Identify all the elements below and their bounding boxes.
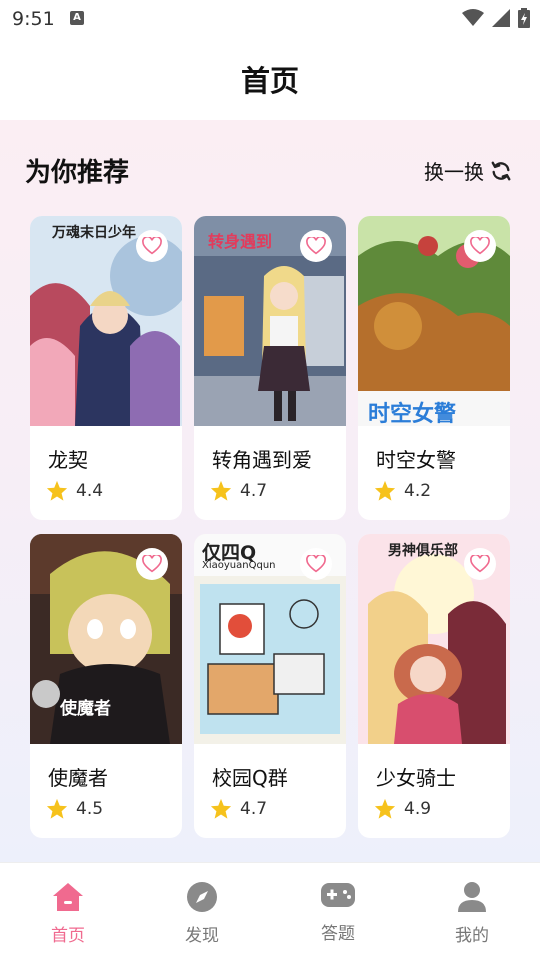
star-icon [46,480,68,501]
comic-card[interactable]: 转身遇到 转角遇到爱 4.7 [194,216,346,520]
status-time: 9:51 [12,8,55,30]
home-icon [53,883,83,911]
comic-card[interactable]: 仅四Q XiaoyuanQqun 校园Q群 4.7 [194,534,346,838]
comic-rating: 4.4 [46,480,103,502]
rating-value: 4.2 [404,481,432,501]
comic-rating: 4.2 [374,480,431,502]
comic-name: 转角遇到爱 [212,448,312,472]
heart-icon [306,555,326,573]
system-icons [462,8,530,28]
bottom-tab-bar: 首页 发现 答题 我的 [0,862,540,960]
tab-quiz[interactable]: 答题 [288,877,388,944]
cover-title: 时空女警 [368,402,457,426]
cover-title: 万魂末日少年 [52,225,136,241]
comic-cover: 时空女警 [358,216,510,426]
tab-profile[interactable]: 我的 [422,879,522,946]
main-content: 为你推荐 换一换 万魂末日少年 龙契 4.4 转身遇到 转角遇到爱 4.7 时空… [0,120,540,862]
tab-label: 首页 [51,926,85,946]
battery-icon [518,8,530,28]
star-icon [46,798,68,819]
comic-name: 使魔者 [48,766,108,790]
comic-rating: 4.7 [210,798,267,820]
rating-value: 4.7 [240,799,268,819]
comic-name: 校园Q群 [212,766,288,790]
cover-title: 男神俱乐部 [388,543,458,559]
rating-value: 4.4 [76,481,104,501]
tab-label: 答题 [321,924,355,944]
refresh-button[interactable]: 换一换 [424,156,512,185]
comic-card[interactable]: 使魔者 使魔者 4.5 [30,534,182,838]
comic-cover: 仅四Q XiaoyuanQqun [194,534,346,744]
comic-cover: 转身遇到 [194,216,346,426]
comic-rating: 4.9 [374,798,431,820]
comic-card[interactable]: 时空女警 时空女警 4.2 [358,216,510,520]
section-title: 为你推荐 [25,158,130,188]
notification-icon: A [70,11,84,25]
cover-title: 转身遇到 [208,232,273,251]
tab-label: 发现 [185,926,219,946]
comic-rating: 4.5 [46,798,103,820]
page-title: 首页 [240,64,299,98]
heart-icon [470,555,490,573]
star-icon [374,480,396,501]
refresh-label: 换一换 [424,160,484,184]
heart-icon [470,237,490,255]
star-icon [374,798,396,819]
cover-subtitle: XiaoyuanQqun [202,560,276,571]
app-header: 首页 [0,36,540,120]
star-icon [210,480,232,501]
comic-cover: 万魂末日少年 [30,216,182,426]
comic-name: 龙契 [48,448,88,472]
rating-value: 4.9 [404,799,432,819]
comic-cover: 使魔者 [30,534,182,744]
user-icon [458,882,486,912]
comic-card[interactable]: 万魂末日少年 龙契 4.4 [30,216,182,520]
heart-icon [142,555,162,573]
favorite-button[interactable] [464,548,496,580]
tab-home[interactable]: 首页 [18,879,118,946]
comic-name: 少女骑士 [376,766,456,790]
heart-icon [306,237,326,255]
refresh-icon [491,161,511,180]
tab-discover[interactable]: 发现 [152,879,252,946]
comic-cover: 男神俱乐部 [358,534,510,744]
favorite-button[interactable] [300,548,332,580]
comic-rating: 4.7 [210,480,267,502]
heart-icon [142,237,162,255]
compass-icon [187,882,217,912]
status-bar: 9:51 A [0,0,540,36]
signal-icon [492,9,510,27]
favorite-button[interactable] [464,230,496,262]
rating-value: 4.7 [240,481,268,501]
favorite-button[interactable] [300,230,332,262]
comic-name: 时空女警 [376,448,456,472]
cover-title: 使魔者 [60,699,111,719]
tab-label: 我的 [455,926,489,946]
wifi-icon [462,9,484,26]
star-icon [210,798,232,819]
favorite-button[interactable] [136,230,168,262]
gamepad-icon [321,883,355,907]
comic-card[interactable]: 男神俱乐部 少女骑士 4.9 [358,534,510,838]
favorite-button[interactable] [136,548,168,580]
rating-value: 4.5 [76,799,104,819]
